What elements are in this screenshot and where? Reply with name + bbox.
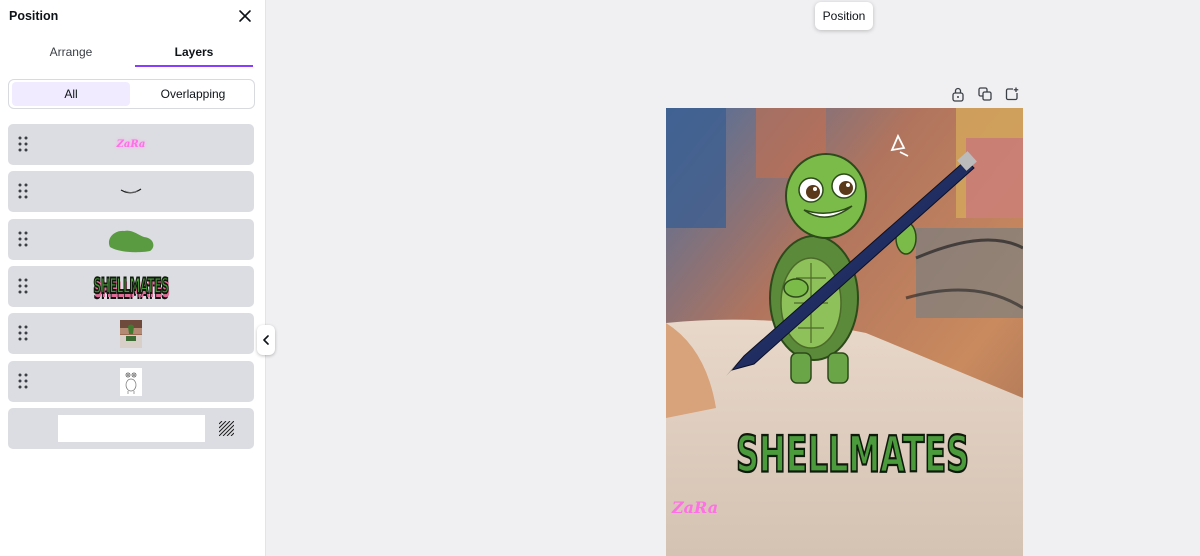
layer-thumbnail: ZaRa: [38, 124, 224, 165]
smile-shape-icon: [120, 188, 142, 193]
sketch-thumbnail-image: [120, 367, 142, 396]
add-page-button[interactable]: [1004, 86, 1020, 102]
photo-thumbnail-image: [120, 319, 142, 348]
layer-thumbnail: [38, 361, 224, 402]
close-button[interactable]: [234, 5, 256, 27]
filter-overlapping-button[interactable]: Overlapping: [134, 82, 252, 106]
tab-layers[interactable]: Layers: [135, 36, 253, 67]
background-swatch: [58, 415, 205, 442]
drag-handle-icon[interactable]: [18, 373, 28, 389]
layer-thumbnail: [38, 313, 224, 354]
design-signature-text: ZaRa: [671, 498, 718, 517]
layer-text-preview: SHELLMATES: [93, 273, 170, 300]
filter-all-button[interactable]: All: [12, 82, 130, 106]
layer-text-preview: ZaRa: [116, 139, 146, 150]
layer-item-smile-shape[interactable]: [8, 171, 254, 212]
tab-arrange[interactable]: Arrange: [12, 36, 130, 67]
lock-icon: [952, 87, 964, 102]
duplicate-button[interactable]: [977, 86, 993, 102]
panel-title: Position: [9, 9, 59, 23]
layer-thumbnail: [38, 171, 224, 212]
drag-handle-icon[interactable]: [18, 183, 28, 199]
panel-tabs: Arrange Layers: [8, 36, 254, 68]
layer-item-sketch[interactable]: [8, 361, 254, 402]
design-headline-text: SHELLMATES: [736, 425, 969, 483]
duplicate-icon: [978, 87, 992, 101]
chevron-left-icon: [263, 335, 269, 345]
layer-item-shellmates-text[interactable]: SHELLMATES: [8, 266, 254, 307]
add-page-icon: [1005, 87, 1019, 101]
layer-item-background[interactable]: [8, 408, 254, 449]
layer-item-zara-text[interactable]: ZaRa: [8, 124, 254, 165]
position-panel: Position Arrange Layers All Overlapping …: [0, 0, 266, 556]
position-button[interactable]: Position: [815, 2, 873, 30]
close-icon: [239, 10, 251, 22]
green-blob-shape-icon: [108, 230, 154, 252]
drag-handle-icon[interactable]: [18, 136, 28, 152]
layer-thumbnail: [38, 219, 224, 260]
design-page[interactable]: SHELLMATES ZaRa: [666, 108, 1023, 556]
drag-handle-icon[interactable]: [18, 231, 28, 247]
layer-item-photo[interactable]: [8, 313, 254, 354]
drag-handle-icon[interactable]: [18, 278, 28, 294]
layer-filter-toggle: All Overlapping: [8, 79, 255, 109]
collapse-panel-button[interactable]: [257, 325, 275, 355]
layer-item-green-shape[interactable]: [8, 219, 254, 260]
background-pattern-icon[interactable]: [219, 421, 234, 436]
lock-button[interactable]: [950, 86, 966, 102]
panel-header: Position: [0, 0, 266, 32]
design-artwork: SHELLMATES ZaRa: [666, 108, 1023, 556]
layer-thumbnail: SHELLMATES: [38, 266, 224, 307]
drag-handle-icon[interactable]: [18, 325, 28, 341]
